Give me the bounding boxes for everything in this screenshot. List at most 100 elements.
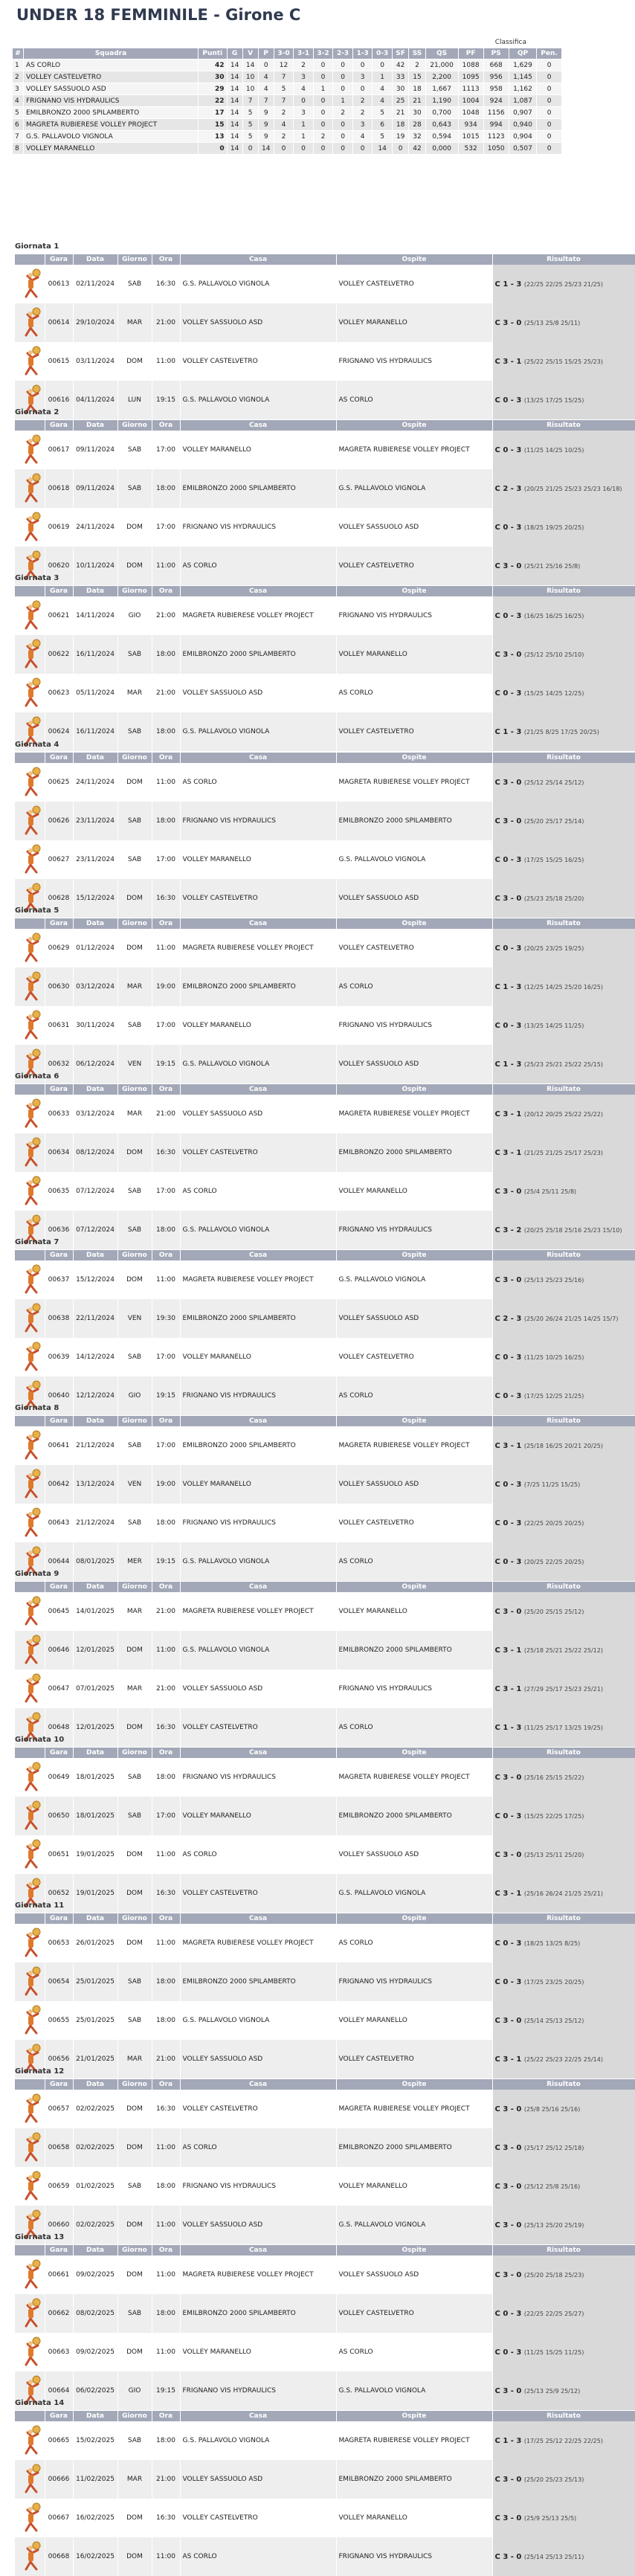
home-team[interactable]: AS CORLO xyxy=(180,1172,337,1211)
home-team[interactable]: AS CORLO xyxy=(180,1835,337,1874)
match-row[interactable]: 00665 15/02/2025 SAB 18:00 G.S. PALLAVOLO VI… xyxy=(15,2421,635,2460)
home-team[interactable]: MAGRETA RUBIERESE VOLLEY PROJECT xyxy=(180,1924,337,1962)
away-team[interactable]: MAGRETA RUBIERESE VOLLEY PROJECT xyxy=(336,2421,493,2460)
match-row[interactable]: 00666 11/02/2025 MAR 21:00 VOLLEY SASSUOLO A… xyxy=(15,2460,635,2499)
away-team[interactable]: EMILBRONZO 2000 SPILAMBERTO xyxy=(336,2460,493,2499)
match-row[interactable]: 00633 03/12/2024 MAR 21:00 VOLLEY SASSUOLO A… xyxy=(15,1095,635,1133)
match-row[interactable]: 00623 05/11/2024 MAR 21:00 VOLLEY SASSUOLO A… xyxy=(15,674,635,712)
away-team[interactable]: VOLLEY SASSUOLO ASD xyxy=(336,1465,493,1504)
home-team[interactable]: FRIGNANO VIS HYDRAULICS xyxy=(180,802,337,840)
home-team[interactable]: EMILBRONZO 2000 SPILAMBERTO xyxy=(180,2294,337,2333)
team-name[interactable]: EMILBRONZO 2000 SPILAMBERTO xyxy=(23,106,199,119)
home-team[interactable]: VOLLEY MARANELLO xyxy=(180,1465,337,1504)
away-team[interactable]: EMILBRONZO 2000 SPILAMBERTO xyxy=(336,1133,493,1172)
home-team[interactable]: VOLLEY MARANELLO xyxy=(180,1797,337,1835)
away-team[interactable]: VOLLEY MARANELLO xyxy=(336,1172,493,1211)
away-team[interactable]: EMILBRONZO 2000 SPILAMBERTO xyxy=(336,1631,493,1669)
away-team[interactable]: VOLLEY SASSUOLO ASD xyxy=(336,1299,493,1338)
match-row[interactable]: 00657 02/02/2025 DOM 16:30 VOLLEY CASTELVETR… xyxy=(15,2090,635,2128)
home-team[interactable]: EMILBRONZO 2000 SPILAMBERTO xyxy=(180,469,337,508)
home-team[interactable]: VOLLEY CASTELVETRO xyxy=(180,2499,337,2537)
away-team[interactable]: VOLLEY MARANELLO xyxy=(336,635,493,674)
match-row[interactable]: 00641 21/12/2024 SAB 17:00 EMILBRONZO 2000 S… xyxy=(15,1426,635,1465)
match-row[interactable]: 00655 25/01/2025 SAB 18:00 G.S. PALLAVOLO VI… xyxy=(15,2001,635,2040)
away-team[interactable]: VOLLEY CASTELVETRO xyxy=(336,1338,493,1376)
home-team[interactable]: VOLLEY SASSUOLO ASD xyxy=(180,2460,337,2499)
home-team[interactable]: G.S. PALLAVOLO VIGNOLA xyxy=(180,1631,337,1669)
away-team[interactable]: VOLLEY CASTELVETRO xyxy=(336,1504,493,1542)
away-team[interactable]: VOLLEY SASSUOLO ASD xyxy=(336,1835,493,1874)
match-row[interactable]: 00646 12/01/2025 DOM 11:00 G.S. PALLAVOLO VI… xyxy=(15,1631,635,1669)
home-team[interactable]: G.S. PALLAVOLO VIGNOLA xyxy=(180,265,337,303)
away-team[interactable]: MAGRETA RUBIERESE VOLLEY PROJECT xyxy=(336,763,493,802)
home-team[interactable]: EMILBRONZO 2000 SPILAMBERTO xyxy=(180,635,337,674)
match-row[interactable]: 00629 01/12/2024 DOM 11:00 MAGRETA RUBIERESE… xyxy=(15,929,635,967)
match-row[interactable]: 00617 09/11/2024 SAB 17:00 VOLLEY MARANELLO M… xyxy=(15,431,635,469)
home-team[interactable]: FRIGNANO VIS HYDRAULICS xyxy=(180,1758,337,1797)
away-team[interactable]: FRIGNANO VIS HYDRAULICS xyxy=(336,1006,493,1045)
away-team[interactable]: FRIGNANO VIS HYDRAULICS xyxy=(336,1962,493,2001)
away-team[interactable]: MAGRETA RUBIERESE VOLLEY PROJECT xyxy=(336,1426,493,1465)
team-name[interactable]: MAGRETA RUBIERESE VOLLEY PROJECT xyxy=(23,118,199,131)
home-team[interactable]: MAGRETA RUBIERESE VOLLEY PROJECT xyxy=(180,1592,337,1631)
home-team[interactable]: VOLLEY MARANELLO xyxy=(180,1338,337,1376)
home-team[interactable]: EMILBRONZO 2000 SPILAMBERTO xyxy=(180,1299,337,1338)
away-team[interactable]: MAGRETA RUBIERESE VOLLEY PROJECT xyxy=(336,2090,493,2128)
home-team[interactable]: MAGRETA RUBIERESE VOLLEY PROJECT xyxy=(180,929,337,967)
match-row[interactable]: 00654 25/01/2025 SAB 18:00 EMILBRONZO 2000 S… xyxy=(15,1962,635,2001)
home-team[interactable]: VOLLEY SASSUOLO ASD xyxy=(180,303,337,342)
team-name[interactable]: VOLLEY SASSUOLO ASD xyxy=(23,83,199,95)
home-team[interactable]: EMILBRONZO 2000 SPILAMBERTO xyxy=(180,967,337,1006)
match-row[interactable]: 00625 24/11/2024 DOM 11:00 AS CORLO MAGRETA R… xyxy=(15,763,635,802)
match-row[interactable]: 00618 09/11/2024 SAB 18:00 EMILBRONZO 2000 S… xyxy=(15,469,635,508)
away-team[interactable]: G.S. PALLAVOLO VIGNOLA xyxy=(336,840,493,879)
home-team[interactable]: VOLLEY SASSUOLO ASD xyxy=(180,674,337,712)
match-row[interactable]: 00622 16/11/2024 SAB 18:00 EMILBRONZO 2000 S… xyxy=(15,635,635,674)
away-team[interactable]: MAGRETA RUBIERESE VOLLEY PROJECT xyxy=(336,431,493,469)
match-row[interactable]: 00614 29/10/2024 MAR 21:00 VOLLEY SASSUOLO A… xyxy=(15,303,635,342)
away-team[interactable]: FRIGNANO VIS HYDRAULICS xyxy=(336,2537,493,2576)
away-team[interactable]: FRIGNANO VIS HYDRAULICS xyxy=(336,1669,493,1708)
away-team[interactable]: VOLLEY CASTELVETRO xyxy=(336,2294,493,2333)
away-team[interactable]: VOLLEY MARANELLO xyxy=(336,1592,493,1631)
match-row[interactable]: 00649 18/01/2025 SAB 18:00 FRIGNANO VIS HYDR… xyxy=(15,1758,635,1797)
home-team[interactable]: G.S. PALLAVOLO VIGNOLA xyxy=(180,2421,337,2460)
match-row[interactable]: 00663 09/02/2025 DOM 11:00 VOLLEY MARANELLO A… xyxy=(15,2333,635,2371)
match-row[interactable]: 00638 22/11/2024 VEN 19:30 EMILBRONZO 2000 S… xyxy=(15,1299,635,1338)
away-team[interactable]: MAGRETA RUBIERESE VOLLEY PROJECT xyxy=(336,1095,493,1133)
team-name[interactable]: VOLLEY CASTELVETRO xyxy=(23,71,199,83)
away-team[interactable]: VOLLEY CASTELVETRO xyxy=(336,929,493,967)
away-team[interactable]: AS CORLO xyxy=(336,674,493,712)
home-team[interactable]: VOLLEY SASSUOLO ASD xyxy=(180,1669,337,1708)
match-row[interactable]: 00643 21/12/2024 SAB 18:00 FRIGNANO VIS HYDR… xyxy=(15,1504,635,1542)
home-team[interactable]: VOLLEY MARANELLO xyxy=(180,1006,337,1045)
home-team[interactable]: FRIGNANO VIS HYDRAULICS xyxy=(180,508,337,547)
home-team[interactable]: VOLLEY CASTELVETRO xyxy=(180,342,337,381)
home-team[interactable]: FRIGNANO VIS HYDRAULICS xyxy=(180,1504,337,1542)
match-row[interactable]: 00651 19/01/2025 DOM 11:00 AS CORLO VOLLEY SA… xyxy=(15,1835,635,1874)
home-team[interactable]: FRIGNANO VIS HYDRAULICS xyxy=(180,2167,337,2206)
away-team[interactable]: FRIGNANO VIS HYDRAULICS xyxy=(336,342,493,381)
away-team[interactable]: FRIGNANO VIS HYDRAULICS xyxy=(336,596,493,635)
match-row[interactable]: 00658 02/02/2025 DOM 11:00 AS CORLO EMILBRONZ… xyxy=(15,2128,635,2167)
away-team[interactable]: MAGRETA RUBIERESE VOLLEY PROJECT xyxy=(336,1758,493,1797)
match-row[interactable]: 00615 03/11/2024 DOM 11:00 VOLLEY CASTELVETR… xyxy=(15,342,635,381)
away-team[interactable]: VOLLEY MARANELLO xyxy=(336,303,493,342)
home-team[interactable]: AS CORLO xyxy=(180,2128,337,2167)
away-team[interactable]: VOLLEY SASSUOLO ASD xyxy=(336,508,493,547)
home-team[interactable]: AS CORLO xyxy=(180,2537,337,2576)
match-row[interactable]: 00647 07/01/2025 MAR 21:00 VOLLEY SASSUOLO A… xyxy=(15,1669,635,1708)
team-name[interactable]: G.S. PALLAVOLO VIGNOLA xyxy=(23,130,199,143)
away-team[interactable]: VOLLEY MARANELLO xyxy=(336,2167,493,2206)
match-row[interactable]: 00626 23/11/2024 SAB 18:00 FRIGNANO VIS HYDR… xyxy=(15,802,635,840)
match-row[interactable]: 00645 14/01/2025 MAR 21:00 MAGRETA RUBIERESE… xyxy=(15,1592,635,1631)
home-team[interactable]: VOLLEY MARANELLO xyxy=(180,2333,337,2371)
home-team[interactable]: MAGRETA RUBIERESE VOLLEY PROJECT xyxy=(180,596,337,635)
match-row[interactable]: 00653 26/01/2025 DOM 11:00 MAGRETA RUBIERESE… xyxy=(15,1924,635,1962)
home-team[interactable]: EMILBRONZO 2000 SPILAMBERTO xyxy=(180,1962,337,2001)
away-team[interactable]: AS CORLO xyxy=(336,1924,493,1962)
away-team[interactable]: EMILBRONZO 2000 SPILAMBERTO xyxy=(336,2128,493,2167)
match-row[interactable]: 00661 09/02/2025 DOM 11:00 MAGRETA RUBIERESE… xyxy=(15,2255,635,2294)
match-row[interactable]: 00635 07/12/2024 SAB 17:00 AS CORLO VOLLEY MA… xyxy=(15,1172,635,1211)
away-team[interactable]: VOLLEY CASTELVETRO xyxy=(336,265,493,303)
